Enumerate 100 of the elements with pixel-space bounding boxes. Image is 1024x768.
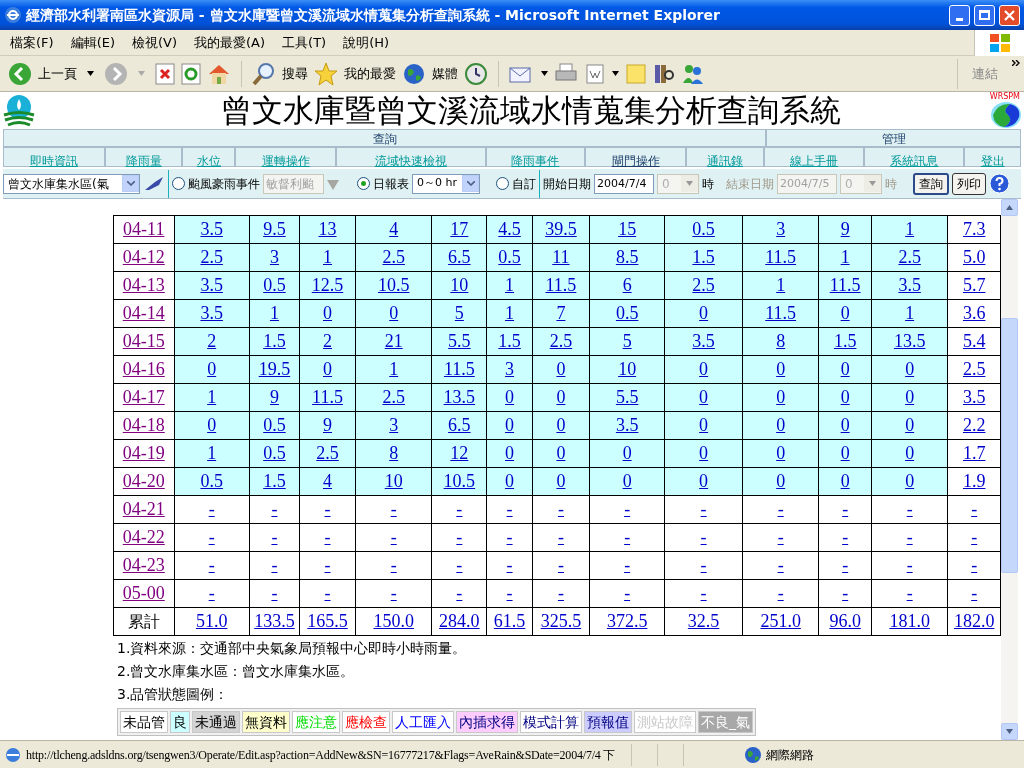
value-link[interactable]: -	[842, 583, 849, 603]
scroll-down-icon[interactable]	[1006, 729, 1013, 734]
value-link[interactable]: 0	[840, 471, 850, 491]
value-link[interactable]: -	[624, 555, 631, 575]
value-link[interactable]: -	[390, 499, 397, 519]
value-link[interactable]: -	[624, 583, 631, 603]
value-link[interactable]: -	[271, 555, 278, 575]
value-link[interactable]: 9	[323, 415, 332, 435]
value-link[interactable]: 3	[505, 359, 515, 379]
value-link[interactable]: -	[700, 499, 707, 519]
value-link[interactable]: 3	[389, 415, 399, 435]
value-link[interactable]: 0	[776, 471, 786, 491]
value-link[interactable]: 0	[622, 443, 632, 463]
value-link[interactable]: 1	[905, 219, 915, 239]
radio-button[interactable]	[357, 177, 370, 190]
back-button[interactable]: 上一頁	[38, 63, 77, 84]
value-link[interactable]: 7	[556, 303, 566, 323]
value-link[interactable]: 2	[323, 331, 332, 351]
refresh-icon[interactable]	[181, 62, 201, 85]
value-link[interactable]: -	[624, 499, 631, 519]
value-link[interactable]: 0	[699, 359, 709, 379]
value-link[interactable]: 1	[389, 359, 399, 379]
print-button[interactable]: 列印	[952, 172, 986, 195]
value-link[interactable]: 0	[699, 415, 709, 435]
value-link[interactable]: 6	[622, 275, 632, 295]
value-link[interactable]: 0	[905, 359, 915, 379]
value-link[interactable]: -	[971, 583, 978, 603]
help-icon[interactable]	[989, 173, 1010, 194]
value-link[interactable]: -	[700, 555, 707, 575]
menu-item[interactable]: 我的最愛(A)	[194, 32, 266, 53]
value-link[interactable]: -	[271, 499, 278, 519]
value-link[interactable]: 0	[323, 359, 332, 379]
value-link[interactable]: -	[506, 499, 513, 519]
value-link[interactable]: 1	[207, 443, 217, 463]
value-link[interactable]: 0	[699, 471, 709, 491]
value-link[interactable]: 0	[905, 387, 915, 407]
history-icon[interactable]	[464, 61, 488, 86]
maximize-button[interactable]	[974, 4, 995, 26]
value-link[interactable]: -	[842, 555, 849, 575]
value-link[interactable]: 15	[618, 219, 637, 239]
value-link[interactable]: -	[906, 499, 913, 519]
value-link[interactable]: -	[624, 527, 631, 547]
value-link[interactable]: -	[390, 583, 397, 603]
value-link[interactable]: 2	[207, 331, 217, 351]
caret-icon[interactable]	[541, 71, 548, 76]
pen-icon[interactable]	[143, 175, 165, 192]
close-button[interactable]	[999, 4, 1020, 26]
value-link[interactable]: 5	[454, 303, 464, 323]
value-link[interactable]: 0	[840, 359, 850, 379]
value-link[interactable]: 10	[618, 359, 637, 379]
media-button[interactable]: 媒體	[432, 63, 458, 84]
search-icon[interactable]	[252, 61, 276, 86]
radio-button[interactable]	[496, 177, 509, 190]
value-link[interactable]: 0	[556, 443, 566, 463]
value-link[interactable]: 4	[389, 219, 399, 239]
value-link[interactable]: -	[971, 555, 978, 575]
value-link[interactable]: 9	[269, 387, 279, 407]
value-link[interactable]: 9	[840, 219, 850, 239]
value-link[interactable]: 1	[323, 247, 332, 267]
value-link[interactable]: 0	[905, 443, 915, 463]
value-link[interactable]: -	[971, 527, 978, 547]
value-link[interactable]: -	[390, 555, 397, 575]
value-link[interactable]: 0	[556, 415, 566, 435]
value-link[interactable]: -	[777, 583, 784, 603]
value-link[interactable]: 0	[389, 303, 399, 323]
value-link[interactable]: 0	[505, 387, 515, 407]
scroll-up-icon[interactable]	[1006, 205, 1013, 210]
nav-link[interactable]: 閘門操作	[611, 154, 660, 168]
value-link[interactable]: -	[842, 527, 849, 547]
menu-item[interactable]: 檢視(V)	[132, 32, 178, 53]
back-icon[interactable]	[8, 61, 32, 86]
value-link[interactable]: 0	[505, 471, 515, 491]
messenger-icon[interactable]	[681, 62, 705, 85]
value-link[interactable]: -	[557, 527, 564, 547]
value-link[interactable]: 0	[905, 471, 915, 491]
menu-item[interactable]: 檔案(F)	[10, 32, 54, 53]
radio-button[interactable]	[172, 177, 185, 190]
value-link[interactable]: 8	[776, 331, 786, 351]
value-link[interactable]: -	[906, 583, 913, 603]
home-icon[interactable]	[207, 62, 231, 85]
value-link[interactable]: 0	[505, 415, 515, 435]
value-link[interactable]: -	[208, 583, 215, 603]
value-link[interactable]: 0	[556, 359, 566, 379]
value-link[interactable]: 0	[840, 303, 850, 323]
value-link[interactable]: 0	[556, 387, 566, 407]
value-link[interactable]: 0	[699, 303, 709, 323]
value-link[interactable]: 0	[905, 415, 915, 435]
value-link[interactable]: 0	[699, 387, 709, 407]
value-link[interactable]: -	[456, 583, 463, 603]
range-select[interactable]: 0～0 hr	[412, 173, 480, 194]
value-link[interactable]: 0	[840, 443, 850, 463]
chevron-icon[interactable]	[1012, 60, 1020, 66]
value-link[interactable]: -	[906, 527, 913, 547]
value-link[interactable]: -	[506, 555, 513, 575]
value-link[interactable]: 0	[776, 387, 786, 407]
value-link[interactable]: 0	[556, 471, 566, 491]
query-button[interactable]: 查詢	[913, 172, 949, 195]
research-icon[interactable]	[653, 62, 675, 85]
value-link[interactable]: 0	[776, 415, 786, 435]
star-icon[interactable]	[314, 61, 338, 86]
